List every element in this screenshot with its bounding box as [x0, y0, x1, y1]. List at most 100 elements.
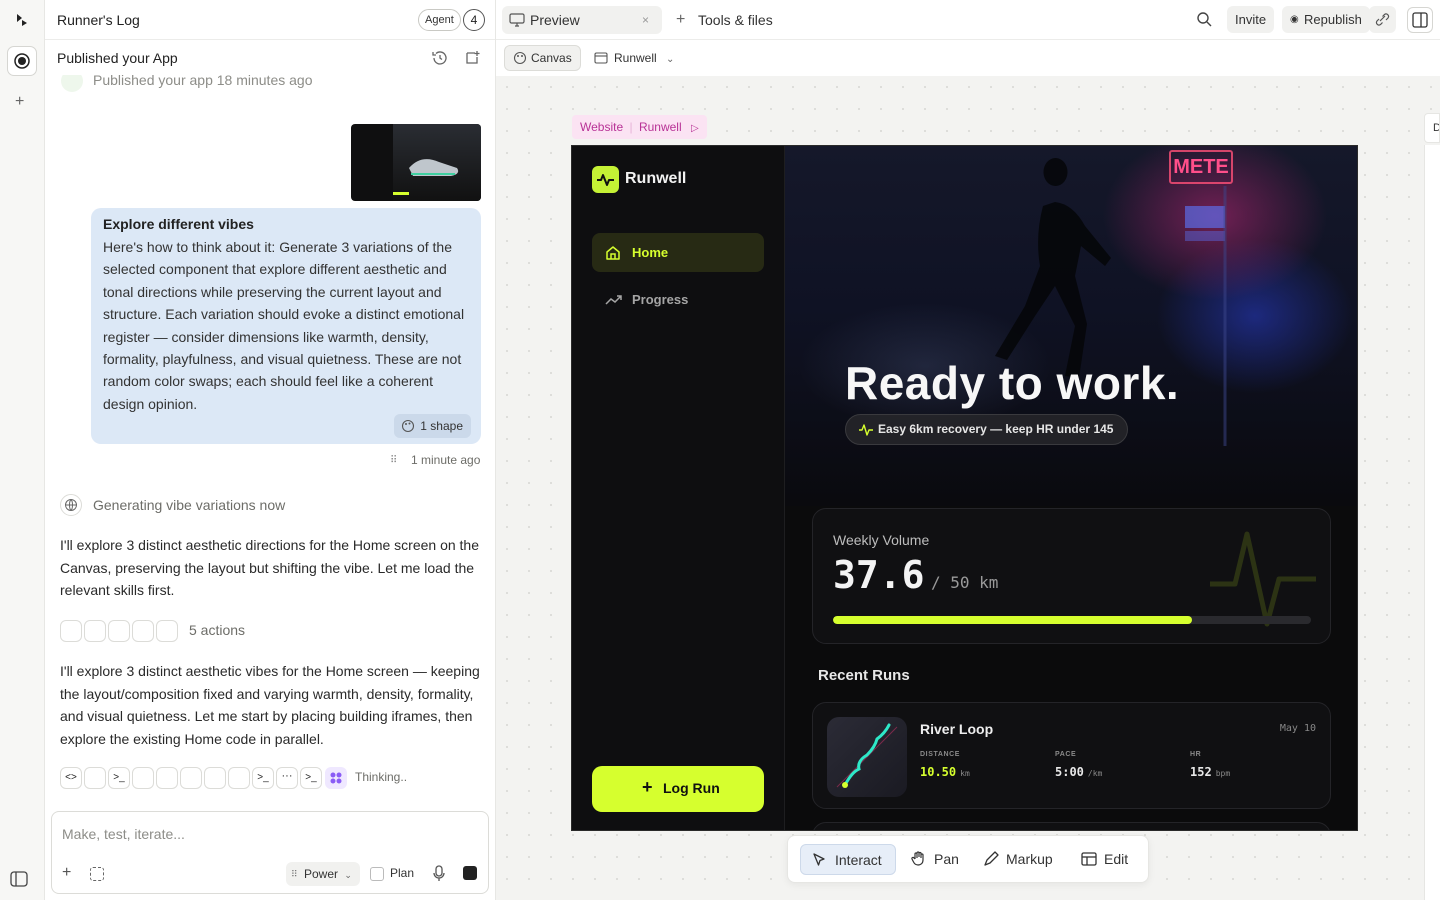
adjacent-frame-label[interactable]: D [1424, 113, 1440, 143]
plan-checkbox[interactable] [370, 867, 384, 881]
search-icon[interactable] [1196, 11, 1213, 28]
shape-chip[interactable]: 1 shape [394, 414, 471, 438]
layout-icon [1081, 852, 1097, 866]
app-logo-icon[interactable] [14, 12, 30, 28]
project-title[interactable]: Runner's Log [57, 12, 140, 28]
agent-pill[interactable]: Agent [418, 9, 461, 31]
book-icon[interactable] [204, 767, 226, 789]
chat-panel: Runner's Log Agent 4 Published your app … [45, 0, 496, 900]
assistant-reply-1: I'll explore 3 distinct aesthetic direct… [60, 537, 479, 598]
shoe-icon [393, 159, 459, 195]
code-icon[interactable]: <> [60, 767, 82, 789]
nav-item-home[interactable]: Home [592, 233, 764, 272]
globe-icon[interactable] [156, 620, 178, 642]
skill-icon[interactable] [84, 620, 106, 642]
user-message: Explore different vibes Here's how to th… [91, 208, 481, 444]
history-icon[interactable] [431, 49, 449, 67]
book-icon[interactable] [156, 767, 178, 789]
interact-button[interactable]: Interact [800, 844, 896, 875]
select-element-icon[interactable] [90, 867, 104, 881]
grip-icon: ⠿ [291, 869, 298, 879]
palette-icon[interactable] [84, 767, 106, 789]
more-icon[interactable]: ··· [276, 767, 298, 789]
tab-tools-files[interactable]: + Tools & files [674, 6, 773, 34]
composer-input[interactable]: Make, test, iterate... [62, 826, 185, 842]
home-icon [606, 246, 620, 260]
agent-count-badge[interactable]: 4 [463, 9, 485, 31]
new-session-icon[interactable]: + [15, 93, 24, 111]
shape-chip-label: 1 shape [420, 419, 463, 433]
microphone-icon[interactable] [432, 865, 446, 883]
terminal-icon[interactable]: >_ [300, 767, 322, 789]
stop-button[interactable] [463, 866, 477, 880]
monitor-icon [509, 13, 525, 27]
stat-pace-label: PACE [1055, 751, 1077, 758]
stat-hr: 152 bpm [1190, 765, 1230, 779]
weekly-volume-target: / 50 km [931, 573, 999, 592]
terminal-icon[interactable]: >_ [108, 767, 130, 789]
run-name: River Loop [920, 721, 994, 737]
nav-home-label: Home [632, 245, 669, 260]
actions-count[interactable]: 5 actions [189, 622, 245, 638]
nav-item-progress[interactable]: Progress [592, 280, 764, 319]
sidebar-toggle-icon[interactable] [9, 870, 29, 888]
copy-link-button[interactable] [1369, 6, 1396, 33]
pen-icon [984, 851, 999, 866]
book-icon[interactable] [228, 767, 250, 789]
pulse-watermark-icon [1210, 531, 1316, 627]
weekly-progress-fill [833, 616, 1192, 624]
stat-distance-unit: km [960, 769, 970, 778]
pan-button[interactable]: Pan [908, 844, 959, 875]
canvas-button-label: Canvas [531, 51, 572, 65]
canvas-button[interactable]: Canvas [504, 45, 581, 71]
drag-handle-icon[interactable]: ⠿ [390, 455, 397, 466]
weekly-volume-label: Weekly Volume [833, 532, 930, 548]
attach-icon[interactable]: + [62, 864, 71, 882]
attached-screenshot[interactable] [351, 124, 481, 201]
panel-toggle-button[interactable] [1407, 7, 1433, 33]
left-rail: + [0, 0, 45, 900]
link-icon [1375, 13, 1390, 26]
stat-pace-unit: /km [1087, 769, 1103, 778]
adjacent-frame[interactable] [1424, 145, 1440, 900]
invite-button[interactable]: Invite [1227, 6, 1275, 33]
app-brand: Runwell [625, 170, 687, 187]
log-run-button[interactable]: + Log Run [592, 766, 764, 812]
tab-preview[interactable]: Preview × [502, 6, 662, 34]
stat-distance-label: DISTANCE [920, 751, 961, 758]
generating-status: Generating vibe variations now [93, 497, 286, 513]
page-select[interactable]: Runwell ⌄ [594, 45, 682, 71]
active-session-button[interactable] [7, 46, 37, 76]
republish-button[interactable]: ◉ Republish [1282, 6, 1370, 33]
close-icon[interactable]: × [642, 6, 649, 34]
play-icon[interactable]: ▷ [691, 123, 699, 134]
skill-icon[interactable] [132, 620, 154, 642]
workout-pill-label: Easy 6km recovery — keep HR under 145 [878, 422, 1114, 436]
weekly-progress-track [833, 616, 1311, 624]
workout-pill[interactable]: Easy 6km recovery — keep HR under 145 [845, 414, 1129, 445]
plus-icon: + [642, 777, 653, 797]
book-icon[interactable] [180, 767, 202, 789]
run-card[interactable] [812, 822, 1331, 830]
composer: Make, test, iterate... + ⠿ Power ⌄ Plan [51, 811, 489, 894]
app-preview-frame[interactable]: Runwell Home Progress + Log Run METE Rea… [571, 145, 1358, 831]
run-card[interactable]: River Loop May 10 DISTANCE 10.50 km PACE … [812, 702, 1331, 809]
stat-hr-unit: bpm [1215, 769, 1231, 778]
skill-icon[interactable] [60, 620, 82, 642]
mode-select-label: Power [304, 867, 339, 881]
edit-button[interactable]: Edit [1078, 844, 1128, 875]
runner-silhouette [995, 158, 1227, 446]
stat-hr-value: 152 [1190, 765, 1212, 779]
broadcast-icon: ◉ [1290, 14, 1299, 25]
new-chat-icon[interactable] [464, 49, 482, 67]
plan-label: Plan [390, 866, 415, 880]
page-select-label: Runwell [614, 51, 657, 65]
globe-icon[interactable] [132, 767, 154, 789]
terminal-icon[interactable]: >_ [252, 767, 274, 789]
tab-preview-label: Preview [530, 12, 580, 28]
palette-icon [513, 51, 527, 65]
mode-select[interactable]: ⠿ Power ⌄ [286, 862, 360, 886]
skill-icon[interactable] [108, 620, 130, 642]
markup-button[interactable]: Markup [980, 844, 1053, 875]
frame-label[interactable]: Website | Runwell ▷ [572, 115, 707, 139]
